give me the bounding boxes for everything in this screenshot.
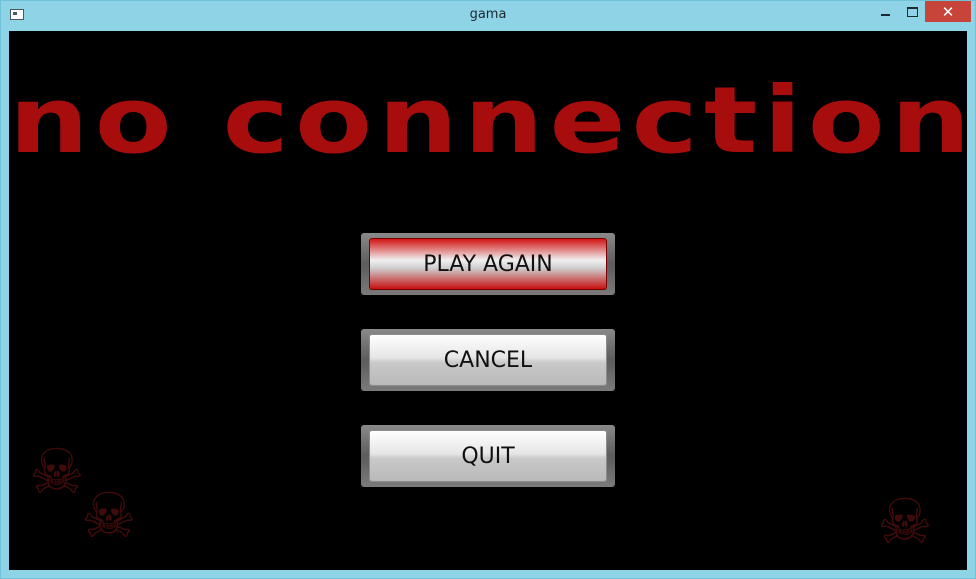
- play-again-label: PLAY AGAIN: [369, 238, 607, 290]
- game-screen: no connection PLAY AGAIN CANCEL QUIT ☠ ☠…: [9, 31, 967, 570]
- window-title: gama: [469, 7, 507, 22]
- quit-label: QUIT: [369, 430, 607, 482]
- maximize-icon: [906, 6, 918, 17]
- minimize-icon: [880, 13, 890, 16]
- play-again-button[interactable]: PLAY AGAIN: [361, 233, 615, 295]
- close-button[interactable]: ✕: [925, 1, 971, 22]
- title-bar[interactable]: gama ✕: [1, 1, 975, 31]
- no-connection-heading: no connection: [9, 67, 967, 175]
- quit-button[interactable]: QUIT: [361, 425, 615, 487]
- cancel-label: CANCEL: [369, 334, 607, 386]
- cancel-button[interactable]: CANCEL: [361, 329, 615, 391]
- skull-icon: ☠: [29, 435, 85, 508]
- app-window: gama ✕ no connection PLAY AGAIN CANCEL Q…: [0, 0, 976, 579]
- close-icon: ✕: [941, 2, 955, 21]
- skull-icon: ☠: [877, 485, 933, 558]
- skull-icon: ☠: [81, 479, 137, 552]
- maximize-button[interactable]: [897, 1, 927, 22]
